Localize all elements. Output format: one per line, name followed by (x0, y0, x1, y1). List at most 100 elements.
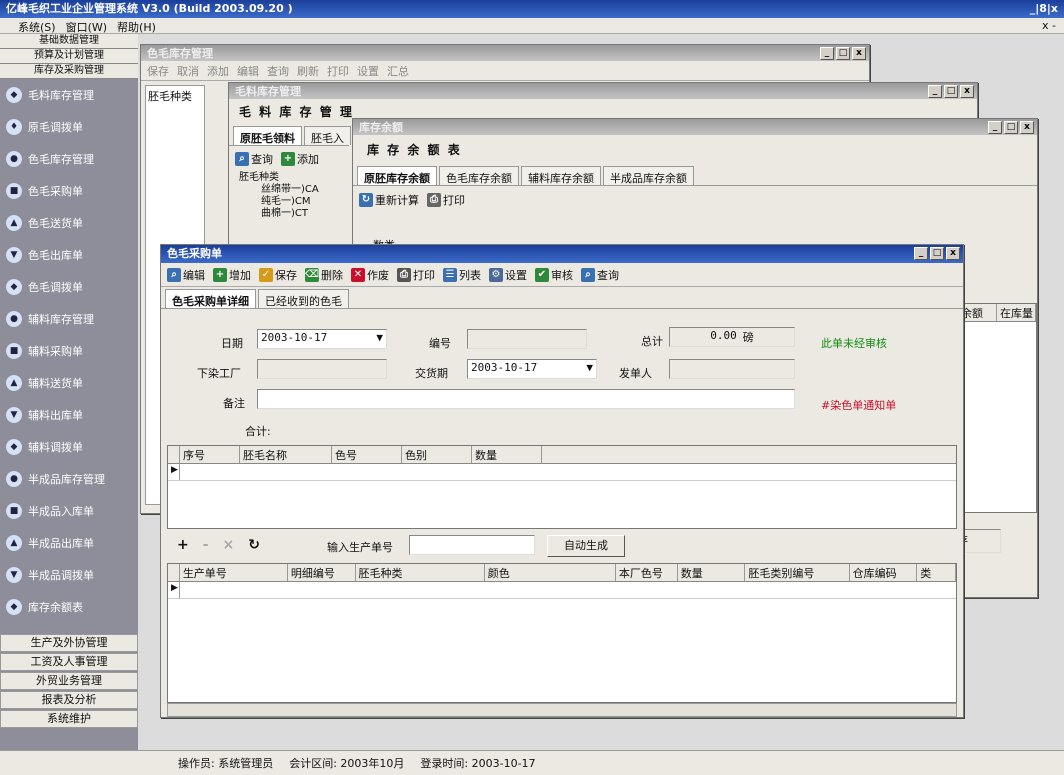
close-button[interactable]: x (1020, 121, 1034, 134)
sidebar-item[interactable]: ▼ 辅料出库单 (0, 399, 138, 431)
menu-window[interactable]: 窗口(W) (66, 19, 107, 34)
maximize-button[interactable]: □ (836, 47, 850, 60)
minimize-button[interactable]: _ (820, 47, 834, 60)
tab-dyed-balance[interactable]: 色毛库存余额 (439, 166, 519, 185)
toolbar-button[interactable]: ⎙ 打印 (397, 267, 435, 283)
minimize-button[interactable]: _ (988, 121, 1002, 134)
sidebar-item[interactable]: ▲ 半成品出库单 (0, 527, 138, 559)
tab-semi-balance[interactable]: 半成品库存余额 (603, 166, 694, 185)
toolbar-button[interactable]: ⌕ 查询 (581, 267, 619, 283)
column-header[interactable]: 明细编号 (288, 564, 356, 581)
sidebar-item[interactable]: ◆ 辅料调拨单 (0, 431, 138, 463)
column-header[interactable]: 生产单号 (180, 564, 288, 581)
win1-toolbar-button[interactable]: 查询 (267, 63, 289, 79)
nav-budget[interactable]: 预算及计划管理 (0, 49, 138, 64)
sidebar-item[interactable]: ■ 辅料采购单 (0, 335, 138, 367)
auto-generate-button[interactable]: 自动生成 (547, 535, 625, 557)
nav-reports[interactable]: 报表及分析 (0, 691, 138, 709)
sidebar-item[interactable]: ◆ 毛料库存管理 (0, 79, 138, 111)
nav-inventory[interactable]: 库存及采购管理 (0, 64, 138, 79)
toolbar-button[interactable]: ⌕ 编辑 (167, 267, 205, 283)
tab-received[interactable]: 已经收到的色毛 (258, 289, 349, 308)
toolbar-button[interactable]: ☰ 列表 (443, 267, 481, 283)
sidebar-item[interactable]: ♦ 原毛调拨单 (0, 111, 138, 143)
win1-tree-root[interactable]: 胚毛种类 (148, 90, 192, 103)
factory-field[interactable] (257, 359, 387, 379)
delivery-field[interactable]: 2003-10-17 ▼ (467, 359, 597, 379)
toolbar-button[interactable]: ✓ 保存 (259, 267, 297, 283)
maximize-button[interactable]: □ (944, 85, 958, 98)
tab-purchase-detail[interactable]: 色毛采购单详细 (165, 289, 256, 308)
minimize-button[interactable]: _ (928, 85, 942, 98)
win2-query-button[interactable]: ⌕ 查询 (235, 151, 273, 167)
sidebar-item[interactable]: ▼ 色毛出库单 (0, 239, 138, 271)
sidebar-item[interactable]: ■ 半成品入库单 (0, 495, 138, 527)
nav-trade[interactable]: 外贸业务管理 (0, 672, 138, 690)
nav-production[interactable]: 生产及外协管理 (0, 634, 138, 652)
sidebar-item[interactable]: ● 辅料库存管理 (0, 303, 138, 335)
app-window-controls[interactable]: _|8|x (1030, 2, 1058, 16)
sidebar-item[interactable]: ▲ 辅料送货单 (0, 367, 138, 399)
table-row[interactable]: ▶ (168, 582, 956, 599)
sidebar-item[interactable]: ▲ 色毛送货单 (0, 207, 138, 239)
column-header[interactable]: 序号 (180, 446, 240, 463)
nav-payroll[interactable]: 工资及人事管理 (0, 653, 138, 671)
win2-add-button[interactable]: + 添加 (281, 151, 319, 167)
win1-toolbar-button[interactable]: 添加 (207, 63, 229, 79)
column-header[interactable]: 色别 (402, 446, 472, 463)
maximize-button[interactable]: □ (930, 247, 944, 260)
column-header[interactable]: 颜色 (485, 564, 616, 581)
column-header[interactable]: 胚毛种类 (356, 564, 485, 581)
remark-field[interactable] (257, 389, 795, 409)
win1-toolbar-button[interactable]: 刷新 (297, 63, 319, 79)
tab-wool-in[interactable]: 胚毛入 (304, 126, 351, 145)
close-button[interactable]: x (960, 85, 974, 98)
date-field[interactable]: 2003-10-17 ▼ (257, 329, 387, 349)
add-row-icon[interactable]: + (177, 537, 189, 553)
dropdown-arrow-icon[interactable]: ▼ (376, 331, 383, 344)
horizontal-scrollbar[interactable] (167, 703, 957, 717)
table-row[interactable]: ▶ (168, 464, 956, 481)
prod-input[interactable] (409, 535, 535, 555)
sidebar-item[interactable]: ● 色毛库存管理 (0, 143, 138, 175)
toolbar-button[interactable]: ✔ 审核 (535, 267, 573, 283)
column-header[interactable]: 胚毛类别编号 (745, 564, 850, 581)
column-header[interactable]: 数量 (472, 446, 542, 463)
minimize-button[interactable]: _ (914, 247, 928, 260)
column-header[interactable]: 本厂色号 (616, 564, 678, 581)
menu-system[interactable]: 系统(S) (18, 19, 56, 34)
nav-maintenance[interactable]: 系统维护 (0, 710, 138, 728)
nav-basic-data[interactable]: 基础数据管理 (0, 34, 138, 49)
number-field[interactable] (467, 329, 587, 349)
refresh-icon[interactable]: ↻ (248, 537, 260, 553)
mdi-close[interactable]: x - (1042, 19, 1056, 32)
close-button[interactable]: x (852, 47, 866, 60)
win1-toolbar-button[interactable]: 汇总 (387, 63, 409, 79)
toolbar-button[interactable]: ⌫ 删除 (305, 267, 343, 283)
win1-toolbar-button[interactable]: 设置 (357, 63, 379, 79)
column-header[interactable]: 胚毛名称 (240, 446, 332, 463)
column-header[interactable]: 类 (917, 564, 957, 581)
sidebar-item[interactable]: ▼ 半成品调拨单 (0, 559, 138, 591)
sidebar-item[interactable]: ◆ 库存余额表 (0, 591, 138, 623)
win1-toolbar-button[interactable]: 取消 (177, 63, 199, 79)
sender-field[interactable] (669, 359, 795, 379)
column-header[interactable]: 仓库编码 (850, 564, 918, 581)
menu-help[interactable]: 帮助(H) (117, 19, 156, 34)
toolbar-button[interactable]: ⚙ 设置 (489, 267, 527, 283)
dropdown-arrow-icon[interactable]: ▼ (586, 361, 593, 374)
column-header[interactable]: 数量 (678, 564, 746, 581)
delete-row-icon[interactable]: × (223, 537, 235, 553)
win1-toolbar-button[interactable]: 编辑 (237, 63, 259, 79)
win1-toolbar-button[interactable]: 保存 (147, 63, 169, 79)
tab-aux-balance[interactable]: 辅料库存余额 (521, 166, 601, 185)
remove-row-icon[interactable]: - (203, 537, 209, 553)
maximize-button[interactable]: □ (1004, 121, 1018, 134)
tab-raw-wool[interactable]: 原胚毛领料 (233, 126, 302, 145)
column-header[interactable]: 色号 (332, 446, 402, 463)
toolbar-button[interactable]: ✕ 作废 (351, 267, 389, 283)
win3-print-button[interactable]: ⎙ 打印 (427, 192, 465, 208)
tab-raw-balance[interactable]: 原胚库存余额 (357, 166, 437, 185)
recalc-button[interactable]: ↻ 重新计算 (359, 192, 419, 208)
sidebar-item[interactable]: ◆ 色毛调拨单 (0, 271, 138, 303)
